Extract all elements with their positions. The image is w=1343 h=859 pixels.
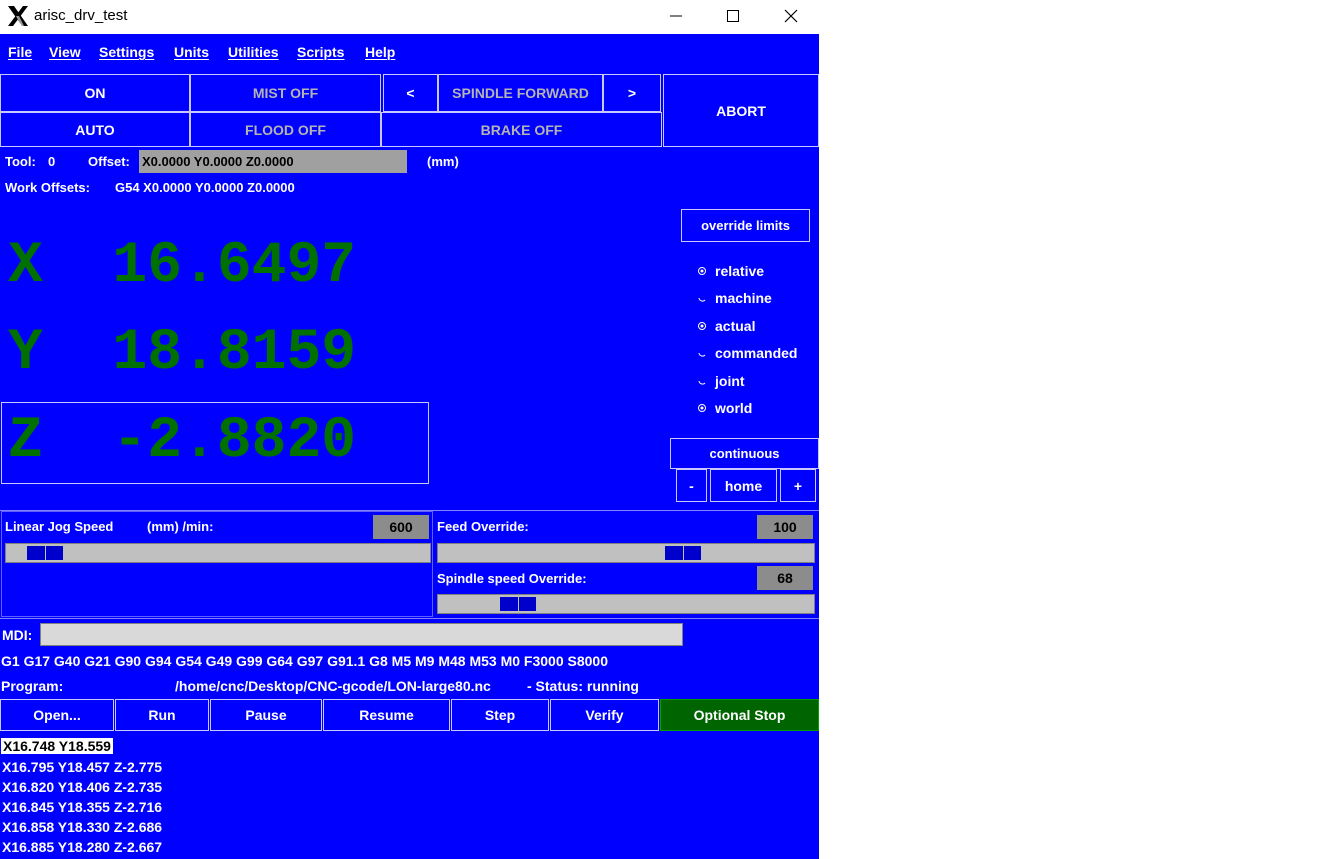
radio-label: relative	[715, 263, 765, 279]
feed-override-label: Feed Override:	[437, 519, 529, 534]
feed-override-slider[interactable]	[437, 543, 815, 563]
jog-minus-button[interactable]: -	[676, 469, 707, 502]
radio-machine[interactable]: machine	[697, 290, 772, 306]
verify-button[interactable]: Verify	[550, 699, 659, 731]
radio-checked-icon	[698, 404, 706, 412]
jog-speed-value: 600	[373, 515, 429, 539]
mdi-label: MDI:	[2, 627, 33, 643]
spindle-faster-button[interactable]: >	[603, 74, 661, 112]
gcode-line[interactable]: X16.795 Y18.457 Z-2.775	[2, 759, 162, 775]
radio-world[interactable]: world	[697, 400, 752, 416]
gcode-line[interactable]: X16.820 Y18.406 Z-2.735	[2, 779, 162, 795]
step-button[interactable]: Step	[451, 699, 549, 731]
active-gcodes: G1 G17 G40 G21 G90 G94 G54 G49 G99 G64 G…	[1, 653, 609, 669]
abort-button[interactable]: ABORT	[663, 74, 819, 147]
gcode-line[interactable]: X16.858 Y18.330 Z-2.686	[2, 819, 162, 835]
feed-override-value: 100	[757, 515, 813, 539]
slider-thumb[interactable]	[499, 596, 537, 612]
tool-value: 0	[48, 154, 56, 169]
menu-units[interactable]: Units	[174, 44, 209, 60]
flood-toggle-button[interactable]: FLOOD OFF	[190, 112, 381, 147]
radio-label: machine	[715, 290, 772, 306]
radio-unchecked-icon	[698, 297, 706, 302]
radio-unchecked-icon	[698, 352, 706, 357]
close-button[interactable]	[762, 2, 820, 30]
home-button[interactable]: home	[710, 469, 777, 502]
menu-utilities[interactable]: Utilities	[228, 44, 279, 60]
window-titlebar: arisc_drv_test	[0, 0, 819, 34]
gcode-line-current[interactable]: X16.748 Y18.559	[1, 738, 113, 754]
run-button[interactable]: Run	[115, 699, 209, 731]
minimize-button[interactable]	[647, 2, 705, 30]
menu-file[interactable]: File	[8, 44, 32, 60]
offset-field: X0.0000 Y0.0000 Z0.0000	[139, 150, 407, 173]
radio-checked-icon	[698, 322, 706, 330]
dro-y[interactable]: Y 18.8159	[8, 321, 356, 386]
spindle-forward-button[interactable]: SPINDLE FORWARD	[438, 74, 603, 112]
radio-label: world	[715, 400, 753, 416]
jog-mode-select[interactable]: continuous	[670, 438, 819, 469]
optional-stop-button[interactable]: Optional Stop	[660, 699, 819, 731]
divider	[0, 618, 819, 619]
jog-speed-units: (mm) /min:	[147, 519, 214, 534]
slider-thumb[interactable]	[664, 545, 702, 561]
machine-on-button[interactable]: ON	[0, 74, 190, 112]
open-button[interactable]: Open...	[0, 699, 114, 731]
radio-checked-icon	[698, 267, 706, 275]
maximize-icon	[727, 10, 739, 22]
gcode-line[interactable]: X16.845 Y18.355 Z-2.716	[2, 799, 162, 815]
override-limits-button[interactable]: override limits	[681, 209, 810, 242]
radio-joint[interactable]: joint	[697, 373, 745, 389]
maximize-button[interactable]	[704, 2, 762, 30]
mdi-input[interactable]	[40, 623, 683, 646]
radio-commanded[interactable]: commanded	[697, 345, 797, 361]
slider-thumb[interactable]	[26, 545, 64, 561]
axis-main-window: File View Settings Units Utilities Scrip…	[0, 34, 819, 859]
jog-plus-button[interactable]: +	[780, 469, 816, 502]
jog-speed-label: Linear Jog Speed	[5, 519, 114, 534]
spindle-override-label: Spindle speed Override:	[437, 571, 587, 586]
program-label: Program:	[1, 678, 64, 694]
menubar: File View Settings Units Utilities Scrip…	[0, 34, 819, 72]
work-offsets-label: Work Offsets:	[5, 180, 90, 195]
work-offsets-value: G54 X0.0000 Y0.0000 Z0.0000	[115, 180, 295, 195]
radio-actual[interactable]: actual	[697, 318, 755, 334]
x-window-logo-icon	[8, 6, 28, 26]
pause-button[interactable]: Pause	[210, 699, 322, 731]
auto-mode-button[interactable]: AUTO	[0, 112, 190, 147]
spindle-override-value: 68	[757, 566, 813, 590]
radio-label: actual	[715, 318, 756, 334]
menu-help[interactable]: Help	[365, 44, 395, 60]
spindle-override-slider[interactable]	[437, 594, 815, 614]
close-icon	[784, 9, 798, 23]
brake-toggle-button[interactable]: BRAKE OFF	[381, 112, 662, 147]
spindle-slower-button[interactable]: <	[383, 74, 438, 112]
jog-speed-slider[interactable]	[5, 543, 431, 563]
dro-x[interactable]: X 16.6497	[8, 234, 356, 299]
menu-view[interactable]: View	[49, 44, 81, 60]
program-status: - Status: running	[527, 678, 639, 694]
resume-button[interactable]: Resume	[323, 699, 450, 731]
radio-relative[interactable]: relative	[697, 263, 764, 279]
minimize-icon	[670, 15, 682, 17]
units-label: (mm)	[427, 154, 459, 169]
gcode-line[interactable]: X16.885 Y18.280 Z-2.667	[2, 839, 162, 855]
radio-label: commanded	[715, 345, 798, 361]
tool-label: Tool:	[5, 154, 36, 169]
menu-settings[interactable]: Settings	[99, 44, 154, 60]
radio-unchecked-icon	[698, 380, 706, 385]
dro-z[interactable]: Z -2.8820	[8, 409, 356, 474]
offset-label: Offset:	[88, 154, 130, 169]
window-title: arisc_drv_test	[34, 7, 128, 24]
radio-label: joint	[715, 373, 745, 389]
menu-scripts[interactable]: Scripts	[297, 44, 344, 60]
program-path: /home/cnc/Desktop/CNC-gcode/LON-large80.…	[175, 678, 491, 694]
mist-toggle-button[interactable]: MIST OFF	[190, 74, 381, 112]
